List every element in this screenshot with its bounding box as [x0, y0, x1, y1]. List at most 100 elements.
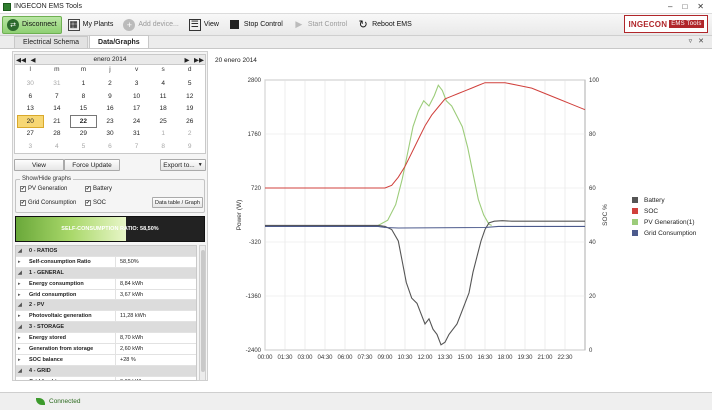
calendar-day[interactable]: 1 [150, 128, 177, 141]
calendar-day[interactable]: 4 [44, 140, 71, 153]
calendar-day[interactable]: 1 [70, 78, 97, 91]
property-row[interactable]: ▸ Energy stored 8,70 kWh [16, 333, 196, 345]
calendar-day[interactable]: 2 [176, 128, 203, 141]
y-tick-label: 1760 [248, 132, 262, 138]
x-tick-label: 09:00 [377, 355, 393, 361]
calendar-day[interactable]: 5 [70, 140, 97, 153]
property-category[interactable]: ◢ 4 - GRID [16, 365, 196, 377]
calendar-day[interactable]: 28 [44, 128, 71, 141]
calendar-day[interactable]: 3 [17, 140, 44, 153]
soc-label: SOC [93, 200, 107, 206]
calendar-day[interactable]: 17 [123, 103, 150, 116]
property-label: Self-consumption Ratio [24, 256, 116, 267]
calendar-day[interactable]: 16 [97, 103, 124, 116]
y-tick-label: -1360 [246, 294, 262, 300]
window-title: INGECON EMS Tools [14, 3, 82, 10]
calendar-day[interactable]: 13 [17, 103, 44, 116]
calendar-day[interactable]: 12 [176, 90, 203, 103]
force-update-button[interactable]: Force Update [64, 159, 120, 171]
calendar-day[interactable]: 9 [176, 140, 203, 153]
calendar-day[interactable]: 14 [44, 103, 71, 116]
maximize-icon[interactable]: □ [682, 2, 687, 11]
tab-electrical-schema[interactable]: Electrical Schema [14, 36, 89, 48]
calendar-day[interactable]: 5 [176, 78, 203, 91]
battery-checkbox[interactable]: ✔ Battery [85, 186, 112, 192]
calendar-day[interactable]: 4 [150, 78, 177, 91]
x-tick-label: 04:30 [317, 355, 333, 361]
disconnect-button[interactable]: ⇄ Disconnect [2, 15, 62, 34]
status-bar: Connected [0, 392, 712, 410]
next-month-icon[interactable]: ▶ [181, 56, 193, 64]
minimize-icon[interactable]: – [668, 2, 672, 11]
add-device-button[interactable]: + Add device... [119, 16, 182, 34]
calendar-day[interactable]: 3 [123, 78, 150, 91]
brand-name: INGECON [628, 19, 668, 29]
calendar-day[interactable]: 9 [97, 90, 124, 103]
calendar-day[interactable]: 31 [44, 78, 71, 91]
calendar-day[interactable]: 2 [97, 78, 124, 91]
view-button[interactable]: ☰ View [185, 16, 223, 34]
stop-control-button[interactable]: Stop Control [225, 16, 287, 34]
grid-consumption-checkbox[interactable]: ✔ Grid Consumption [20, 200, 76, 206]
calendar-day[interactable]: 8 [150, 140, 177, 153]
x-tick-label: 16:30 [477, 355, 493, 361]
prev-month-icon[interactable]: ◀ [27, 56, 39, 64]
play-icon: ▶ [295, 19, 303, 29]
start-control-button[interactable]: ▶ Start Control [289, 16, 351, 34]
disconnect-icon: ⇄ [7, 18, 19, 31]
property-row[interactable]: ▸Grid feed-in0,00 kWh [16, 376, 196, 380]
calendar-day[interactable]: 22 [70, 115, 97, 128]
soc-checkbox[interactable]: ✔ SOC [85, 200, 106, 206]
calendar-day[interactable]: 11 [150, 90, 177, 103]
property-row[interactable]: ▸ Grid consumption 3,67 kWh [16, 289, 196, 301]
tab-data-graphs[interactable]: Data/Graphs [89, 35, 149, 48]
property-category[interactable]: ◢ 3 - STORAGE [16, 322, 196, 334]
calendar-day[interactable]: 19 [176, 103, 203, 116]
export-button[interactable]: Export to... ▼ [160, 159, 206, 171]
scrollbar-thumb[interactable] [201, 250, 205, 372]
calendar-day[interactable]: 20 [17, 115, 44, 128]
calendar-day[interactable]: 21 [44, 115, 71, 128]
property-row[interactable]: ▸ Photovoltaic generation 11,28 kWh [16, 311, 196, 323]
property-row[interactable]: ▸ SOC balance +28 % [16, 354, 196, 366]
calendar-day[interactable]: 30 [17, 78, 44, 91]
calendar-month-label[interactable]: enero 2014 [39, 56, 181, 63]
calendar-day[interactable]: 6 [17, 90, 44, 103]
calendar-day[interactable]: 31 [123, 128, 150, 141]
calendar-day[interactable]: 30 [97, 128, 124, 141]
data-table-graph-button[interactable]: Data table / Graph [152, 197, 203, 208]
property-category[interactable]: ◢ 0 - RATIOS [16, 246, 196, 257]
property-value: 3,67 kWh [120, 291, 144, 298]
my-plants-button[interactable]: ▦ My Plants [64, 16, 118, 34]
prev-year-icon[interactable]: ◀◀ [15, 56, 27, 64]
property-scrollbar[interactable] [199, 245, 206, 381]
calendar-day[interactable]: 8 [70, 90, 97, 103]
calendar-day[interactable]: 27 [17, 128, 44, 141]
calendar-day[interactable]: 7 [123, 140, 150, 153]
reboot-ems-button[interactable]: ↻ Reboot EMS [353, 16, 416, 34]
calendar-day[interactable]: 25 [150, 115, 177, 128]
calendar-day[interactable]: 6 [97, 140, 124, 153]
calendar-day[interactable]: 26 [176, 115, 203, 128]
property-row[interactable]: ▸ Self-consumption Ratio 58,50% [16, 256, 196, 268]
calendar-day[interactable]: 24 [123, 115, 150, 128]
property-row[interactable]: ▸ Energy consumption 8,84 kWh [16, 278, 196, 290]
left-panel: ◀◀ ◀ enero 2014 ▶ ▶▶ l m m j v s d 30 31 1 2 3 4 5 6 7 8… [12, 51, 208, 381]
calendar-day[interactable]: 23 [97, 115, 124, 128]
property-row[interactable]: ▸ Generation from storage 2,60 kWh [16, 344, 196, 355]
calendar-day[interactable]: 18 [150, 103, 177, 116]
pv-generation-checkbox[interactable]: ✔ PV Generation [20, 186, 67, 192]
weekday-label: m [80, 66, 87, 73]
view-data-button[interactable]: View [14, 159, 64, 171]
tab-close-icon[interactable]: ✕ [698, 37, 704, 45]
tab-list-icon[interactable]: ▿ [689, 37, 693, 45]
calendar-day[interactable]: 7 [44, 90, 71, 103]
calendar-day[interactable]: 15 [70, 103, 97, 116]
next-year-icon[interactable]: ▶▶ [193, 56, 205, 64]
calendar-day[interactable]: 10 [123, 90, 150, 103]
calendar-day[interactable]: 29 [70, 128, 97, 141]
property-category[interactable]: ◢ 1 - GENERAL [16, 267, 196, 279]
property-category[interactable]: ◢ 2 - PV [16, 300, 196, 312]
tab-strip: Electrical Schema Data/Graphs ▿ ✕ [0, 35, 712, 49]
close-icon[interactable]: ✕ [697, 2, 704, 11]
